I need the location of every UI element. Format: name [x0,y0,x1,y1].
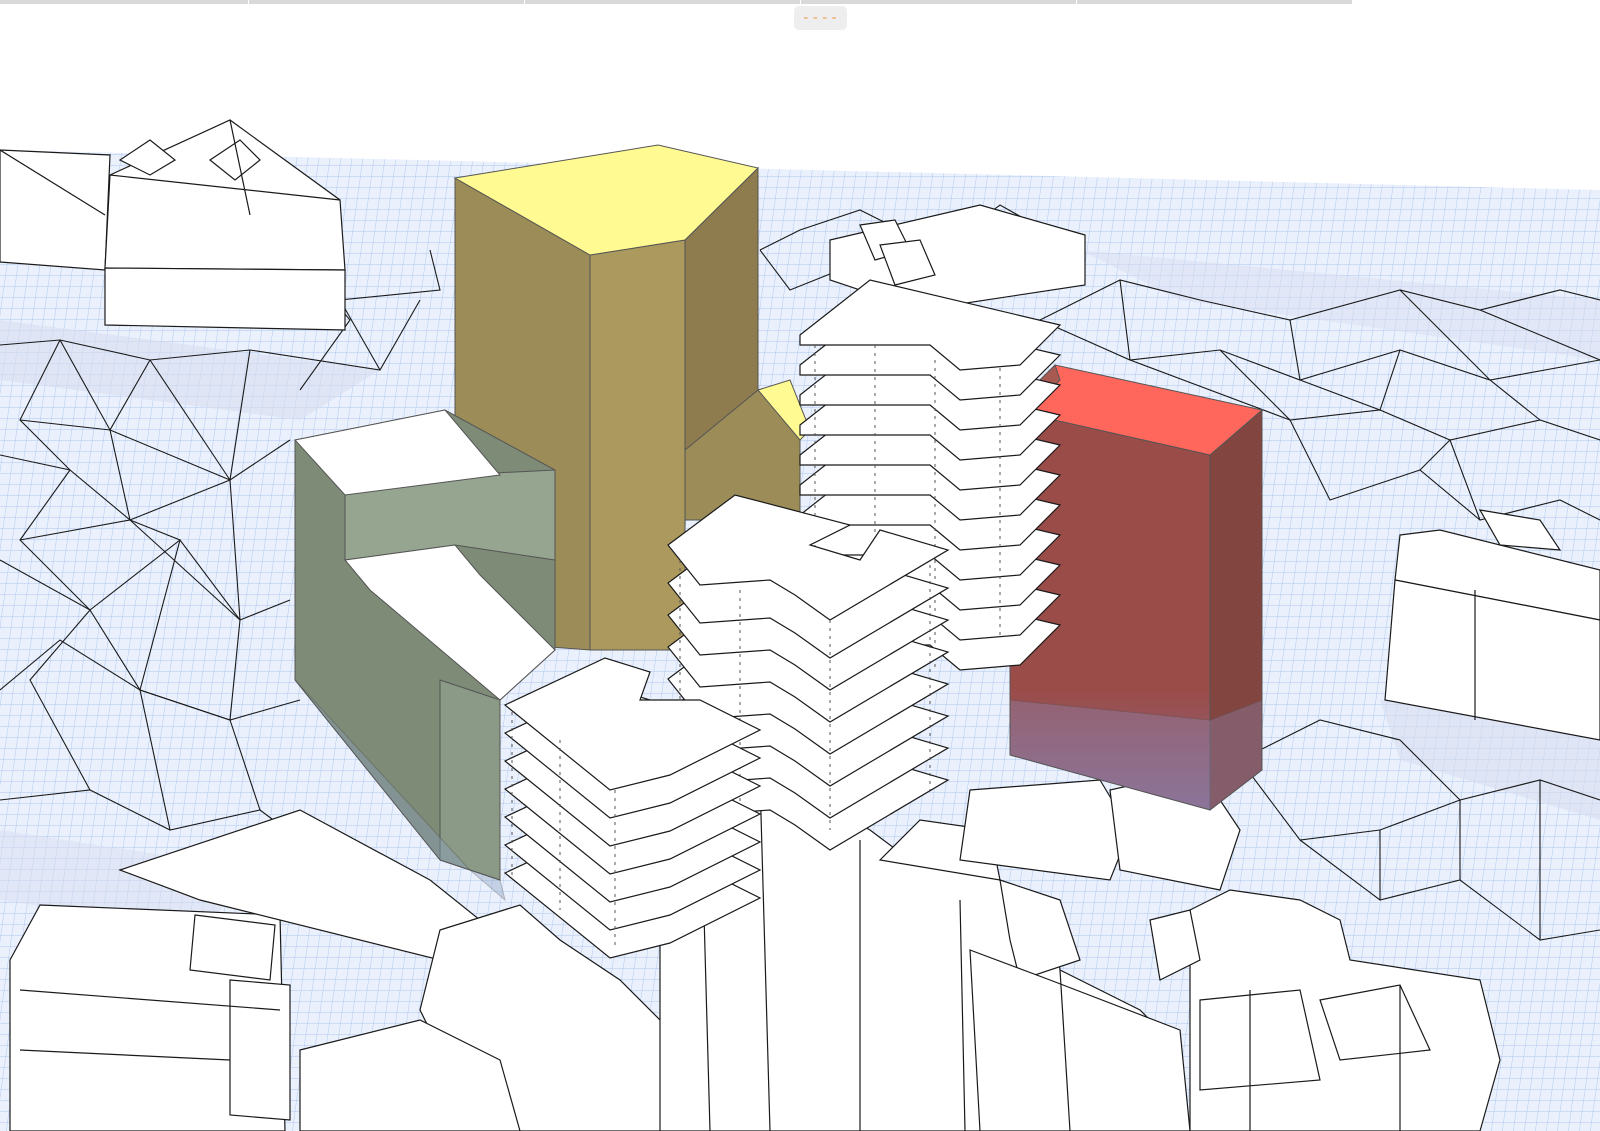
top-status-bar [0,0,1352,4]
status-bar-divider [800,0,801,4]
3d-model-viewport[interactable] [0,0,1600,1131]
status-bar-divider [524,0,525,4]
3d-scene[interactable] [0,0,1600,1131]
drag-handle-icon[interactable]: ---- [794,6,847,30]
status-bar-divider [1076,0,1077,4]
status-bar-divider [248,0,249,4]
proposed-volume-red-block[interactable] [1009,364,1264,812]
viewer-window: ---- [0,0,1600,1131]
